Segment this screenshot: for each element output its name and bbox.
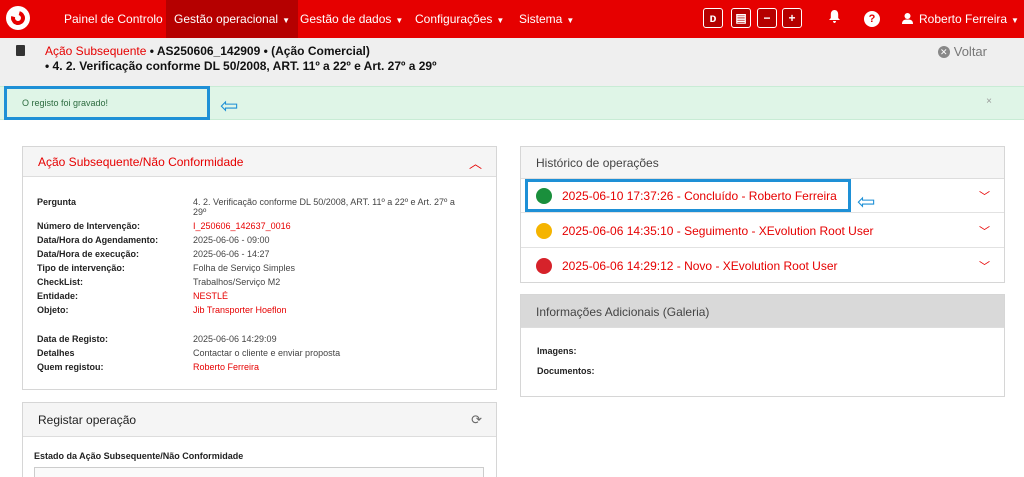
plus-icon: + [788, 11, 796, 25]
panel-title: Informações Adicionais (Galeria) [536, 305, 710, 319]
state-label: Estado da Ação Subsequente/Não Conformid… [34, 451, 244, 461]
title-rest: • AS250606_142909 • (Ação Comercial) [146, 44, 370, 58]
field-value: Folha de Serviço Simples [193, 263, 296, 273]
field-label: Número de Intervenção: [37, 221, 141, 231]
arrow-left-icon: ⇦ [857, 189, 876, 214]
field-value: 2025-06-06 - 14:27 [193, 249, 270, 259]
id-card-icon: ▤ [735, 11, 747, 25]
help-icon[interactable]: ? [864, 11, 880, 27]
object-link[interactable]: Jib Transporter Hoeflon [193, 305, 287, 315]
nav-label: Painel de Controlo [64, 12, 163, 26]
operation-item[interactable]: 2025-06-06 14:29:12 - Novo - XEvolution … [521, 249, 1004, 283]
nc-details-panel: Ação Subsequente/Não Conformidade ︿ Perg… [22, 146, 497, 390]
nav-item-painel-de-controlo[interactable]: Painel de Controlo [56, 0, 171, 38]
panel-title: Registar operação [38, 413, 137, 427]
nav-item-gestao-operacional[interactable]: Gestão operacional ▼ [166, 0, 298, 38]
documents-label: Documentos: [537, 366, 595, 376]
page-subtitle: • 4. 2. Verificação conforme DL 50/2008,… [45, 59, 437, 73]
minus-icon: − [763, 11, 771, 25]
field-label: CheckList: [37, 277, 84, 287]
gallery-panel: Informações Adicionais (Galeria) Imagens… [520, 294, 1005, 397]
field-value: 4. 2. Verificação conforme DL 50/2008, A… [193, 197, 455, 207]
vodafone-logo[interactable] [6, 6, 30, 30]
breadcrumb-link[interactable]: Ação Subsequente [45, 44, 146, 58]
caret-down-icon: ▼ [395, 16, 404, 25]
nav-label: Sistema [519, 12, 563, 26]
chat-icon: ᴅ [709, 11, 717, 25]
field-label: Data/Hora de execução: [37, 249, 140, 259]
arrow-left-icon: ⇦ [220, 93, 239, 118]
bell-icon[interactable] [829, 10, 840, 26]
chevron-down-icon[interactable]: ﹀ [979, 223, 990, 239]
field-label: Data/Hora do Agendamento: [37, 235, 159, 245]
status-dot [536, 223, 552, 239]
page-title: Ação Subsequente • AS250606_142909 • (Aç… [45, 44, 370, 58]
user-name: Roberto Ferreira [919, 12, 1008, 26]
field-label: Pergunta [37, 197, 77, 207]
user-link[interactable]: Roberto Ferreira [193, 362, 259, 372]
panel-header: Registar operação ⟳ [23, 403, 496, 437]
chevron-up-icon[interactable]: ︿ [469, 153, 482, 172]
panel-title: Histórico de operações [536, 156, 659, 170]
field-label: Objeto: [37, 305, 69, 315]
nav-item-sistema[interactable]: Sistema ▼ [511, 0, 582, 38]
panel-title: Ação Subsequente/Não Conformidade [38, 155, 244, 169]
refresh-icon[interactable]: ⟳ [471, 412, 482, 428]
caret-down-icon: ▼ [1011, 16, 1019, 25]
back-button[interactable]: ✕ Voltar [937, 44, 987, 59]
field-label: Entidade: [37, 291, 79, 301]
field-value: Contactar o cliente e enviar proposta [193, 348, 341, 358]
highlight-box [525, 179, 851, 212]
alert-close-button[interactable]: × [986, 96, 992, 107]
field-value: 2025-06-06 14:29:09 [193, 334, 277, 344]
operation-text: 2025-06-06 14:35:10 - Seguimento - XEvol… [562, 224, 874, 238]
nav-label: Configurações [415, 12, 493, 26]
field-value: 29º [193, 207, 207, 217]
intervention-link[interactable]: I_250606_142637_0016 [193, 221, 291, 231]
panel-header: Informações Adicionais (Galeria) [521, 295, 1004, 328]
panel-header[interactable]: Ação Subsequente/Não Conformidade ︿ [23, 147, 496, 177]
operations-history-panel: Histórico de operações 2025-06-10 17:37:… [520, 146, 1005, 283]
field-label: Detalhes [37, 348, 75, 358]
back-label: Voltar [953, 44, 987, 59]
operation-text: 2025-06-06 14:29:12 - Novo - XEvolution … [562, 259, 838, 273]
clipboard-icon [16, 45, 25, 56]
help-label: ? [868, 13, 876, 25]
images-label: Imagens: [537, 346, 577, 356]
nav-item-configuracoes[interactable]: Configurações ▼ [407, 0, 512, 38]
status-dot [536, 258, 552, 274]
field-value: 2025-06-06 - 09:00 [193, 235, 270, 245]
field-label: Quem registou: [37, 362, 104, 372]
page-header: Ação Subsequente • AS250606_142909 • (Aç… [0, 38, 1024, 86]
chevron-down-icon[interactable]: ﹀ [979, 258, 990, 274]
nav-label: Gestão de dados [300, 12, 392, 26]
close-circle-icon: ✕ [937, 46, 950, 58]
register-operation-panel: Registar operação ⟳ Estado da Ação Subse… [22, 402, 497, 477]
nav-item-gestao-de-dados[interactable]: Gestão de dados ▼ [292, 0, 411, 38]
field-value: Trabalhos/Serviço M2 [193, 277, 281, 287]
top-navbar: Painel de Controlo Gestão operacional ▼ G… [0, 0, 1024, 38]
highlight-box [4, 86, 210, 120]
id-card-button[interactable]: ▤ [731, 8, 751, 28]
nav-label: Gestão operacional [174, 12, 279, 26]
caret-down-icon: ▼ [566, 16, 575, 25]
chevron-down-icon[interactable]: ﹀ [979, 188, 990, 204]
field-label: Data de Registo: [37, 334, 109, 344]
zoom-in-button[interactable]: + [782, 8, 802, 28]
caret-down-icon: ▼ [496, 16, 505, 25]
panel-header: Histórico de operações [521, 147, 1004, 179]
user-menu[interactable]: Roberto Ferreira ▼ [902, 0, 1019, 38]
field-label: Tipo de intervenção: [37, 263, 125, 273]
user-icon [902, 13, 913, 24]
state-select[interactable] [34, 467, 484, 477]
zoom-out-button[interactable]: − [757, 8, 777, 28]
caret-down-icon: ▼ [282, 16, 290, 25]
operation-item[interactable]: 2025-06-06 14:35:10 - Seguimento - XEvol… [521, 214, 1004, 248]
chat-button[interactable]: ᴅ [703, 8, 723, 28]
entity-link[interactable]: NESTLÉ [193, 291, 228, 301]
